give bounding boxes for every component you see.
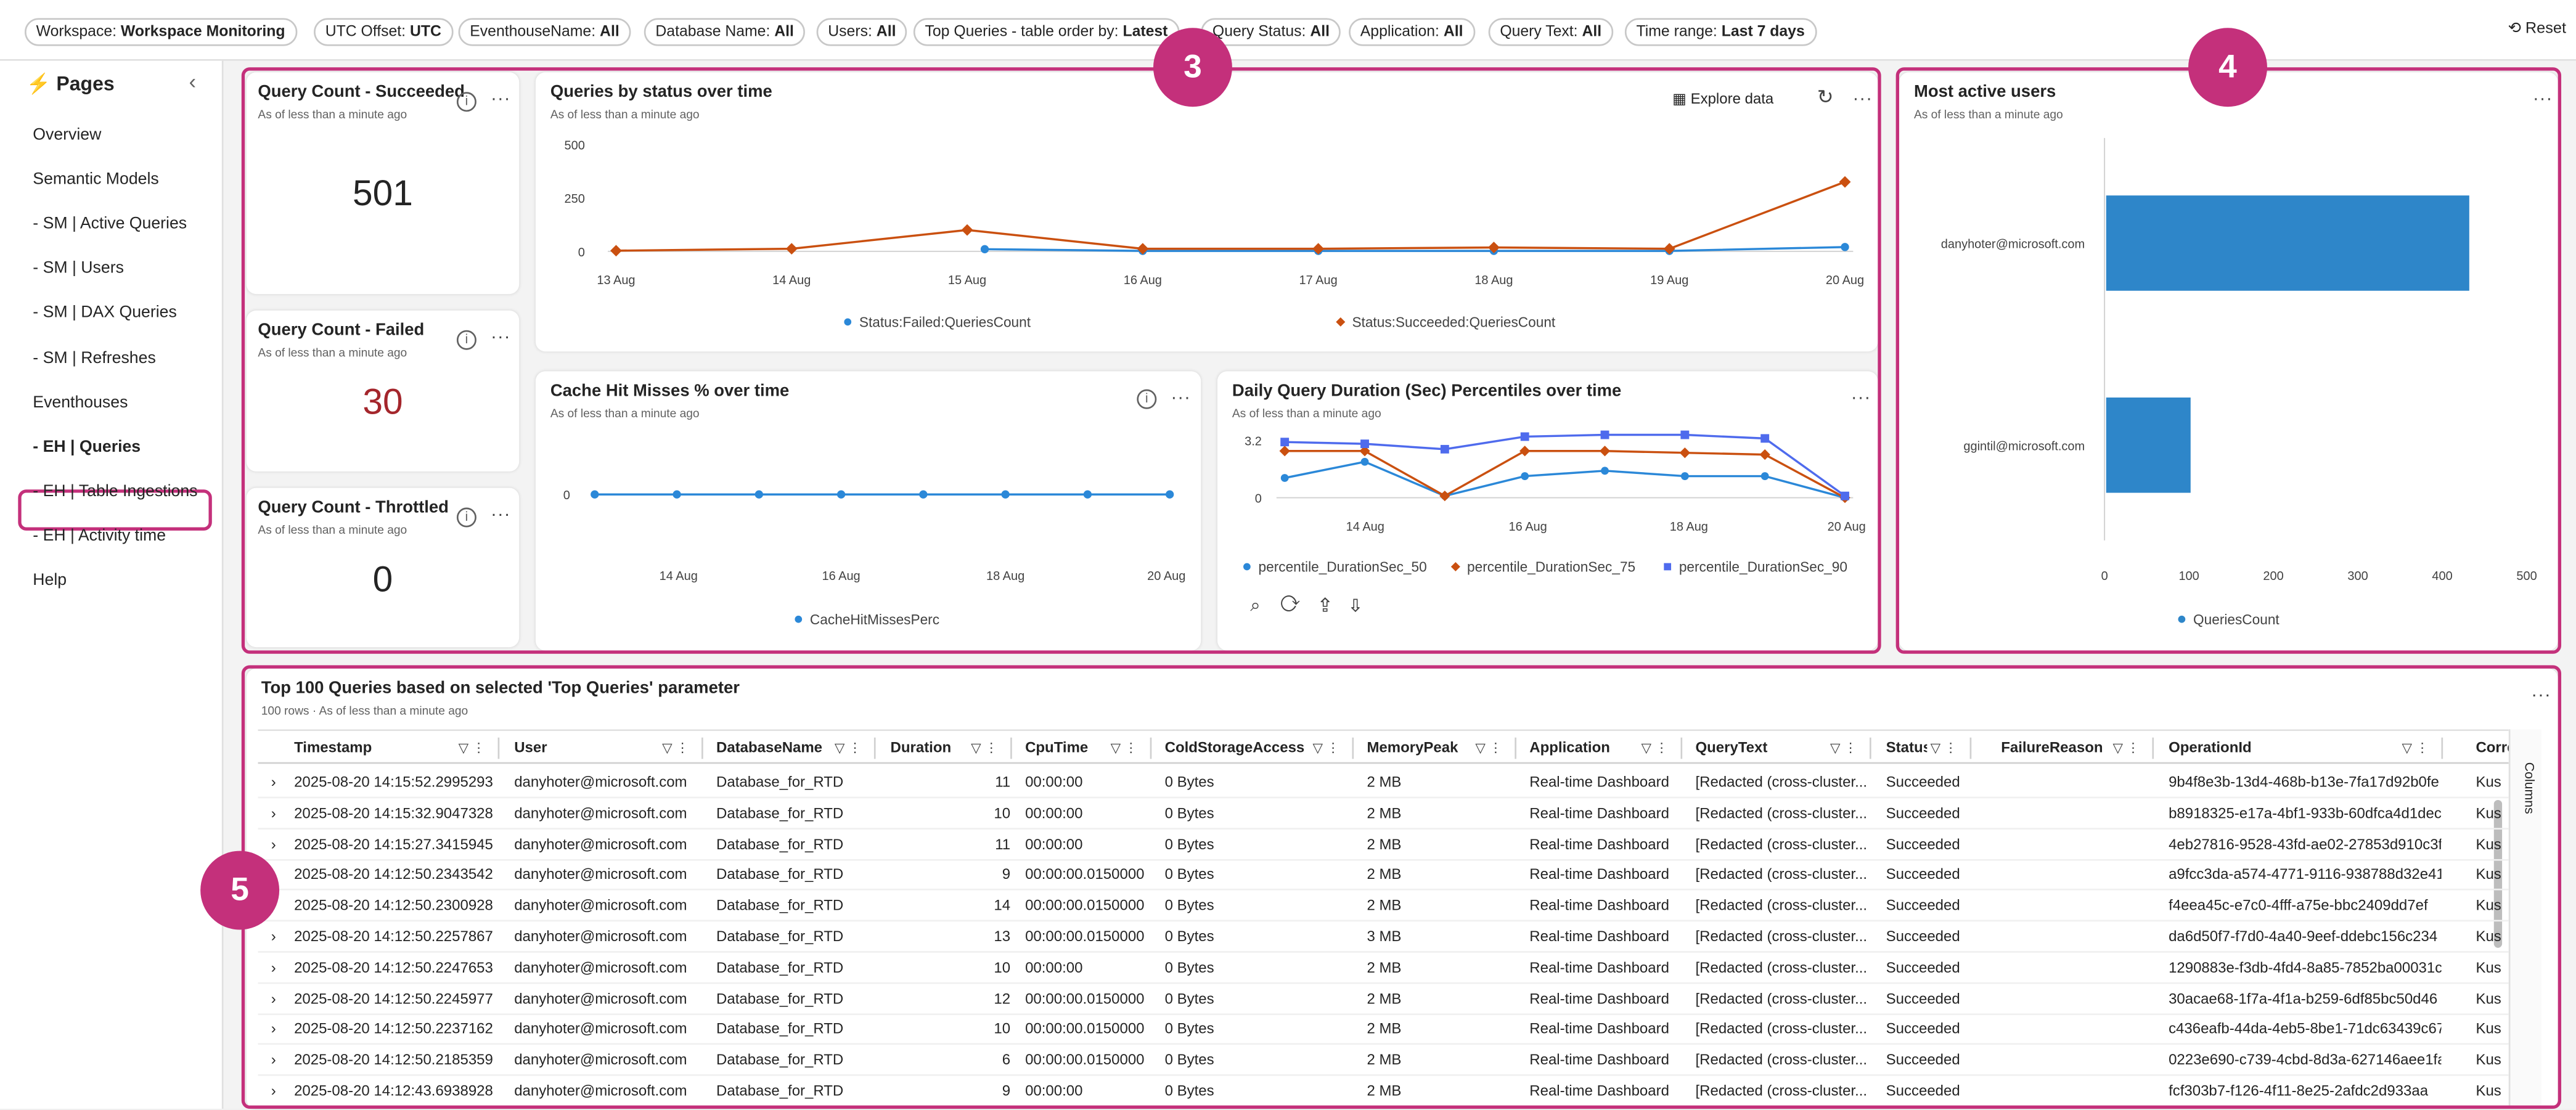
- pages-sidebar: ⚡ Pages ‹ Overview Semantic Models - SM | …: [0, 60, 224, 1109]
- filter-chip[interactable]: EventhouseName: All: [458, 18, 631, 46]
- collapse-sidebar-icon[interactable]: ‹: [189, 69, 196, 94]
- filter-value: All: [600, 23, 619, 39]
- filter-label: EventhouseName:: [470, 23, 596, 39]
- highlight-box-3: [241, 67, 1881, 654]
- filter-label: Application:: [1360, 23, 1439, 39]
- sidebar-item[interactable]: - EH | Activity time: [33, 527, 166, 545]
- sidebar-item[interactable]: - SM | Refreshes: [33, 349, 155, 367]
- sidebar-item[interactable]: - EH | Queries: [33, 438, 141, 456]
- filter-value: All: [1443, 23, 1463, 39]
- filter-label: Users:: [828, 23, 872, 39]
- sidebar-item[interactable]: Eventhouses: [33, 394, 128, 412]
- filter-chip[interactable]: Query Text: All: [1488, 18, 1613, 46]
- callout-badge-3: 3: [1153, 28, 1232, 107]
- sidebar-item[interactable]: Overview: [33, 126, 101, 144]
- highlight-box-5: [241, 665, 2562, 1109]
- filter-label: Database Name:: [655, 23, 771, 39]
- filter-chip[interactable]: Time range: Last 7 days: [1624, 18, 1817, 46]
- filter-chip[interactable]: Workspace: Workspace Monitoring: [24, 18, 297, 46]
- sidebar-item[interactable]: - SM | Users: [33, 260, 124, 278]
- filter-value: Latest: [1122, 23, 1168, 39]
- filter-value: Last 7 days: [1721, 23, 1805, 39]
- filter-label: Workspace:: [36, 23, 117, 39]
- sidebar-item[interactable]: - SM | Active Queries: [33, 216, 187, 234]
- filter-bar: Workspace: Workspace Monitoring UTC Offse…: [0, 0, 2576, 61]
- filter-value: All: [1582, 23, 1602, 39]
- pages-icon: ⚡: [26, 72, 51, 96]
- filter-chip[interactable]: Database Name: All: [644, 18, 806, 46]
- reset-button[interactable]: ⟲ Reset: [2508, 20, 2566, 38]
- filter-label: Top Queries - table order by:: [925, 23, 1119, 39]
- highlight-box-4: [1895, 67, 2562, 654]
- filter-chip[interactable]: UTC Offset: UTC: [314, 18, 453, 46]
- filter-label: UTC Offset:: [325, 23, 406, 39]
- sidebar-item[interactable]: - SM | DAX Queries: [33, 304, 177, 322]
- filter-label: Query Text:: [1500, 23, 1578, 39]
- pages-header: ⚡ Pages: [26, 72, 115, 96]
- filter-label: Query Status:: [1212, 23, 1306, 39]
- filter-chip[interactable]: Users: All: [816, 18, 908, 46]
- sidebar-item[interactable]: Semantic Models: [33, 171, 158, 189]
- callout-badge-4: 4: [2188, 28, 2267, 107]
- filter-value: UTC: [409, 23, 441, 39]
- sidebar-item[interactable]: - EH | Table Ingestions: [33, 483, 197, 500]
- reset-icon: ⟲: [2508, 19, 2521, 38]
- filter-label: Time range:: [1636, 23, 1717, 39]
- filter-value: All: [774, 23, 794, 39]
- filter-value: All: [1310, 23, 1330, 39]
- sidebar-item[interactable]: Help: [33, 571, 67, 589]
- filter-value: Workspace Monitoring: [120, 23, 285, 39]
- filter-value: All: [876, 23, 896, 39]
- filter-chip[interactable]: Top Queries - table order by: Latest: [913, 18, 1180, 46]
- filter-chip[interactable]: Application: All: [1349, 18, 1475, 46]
- callout-badge-5: 5: [200, 851, 280, 930]
